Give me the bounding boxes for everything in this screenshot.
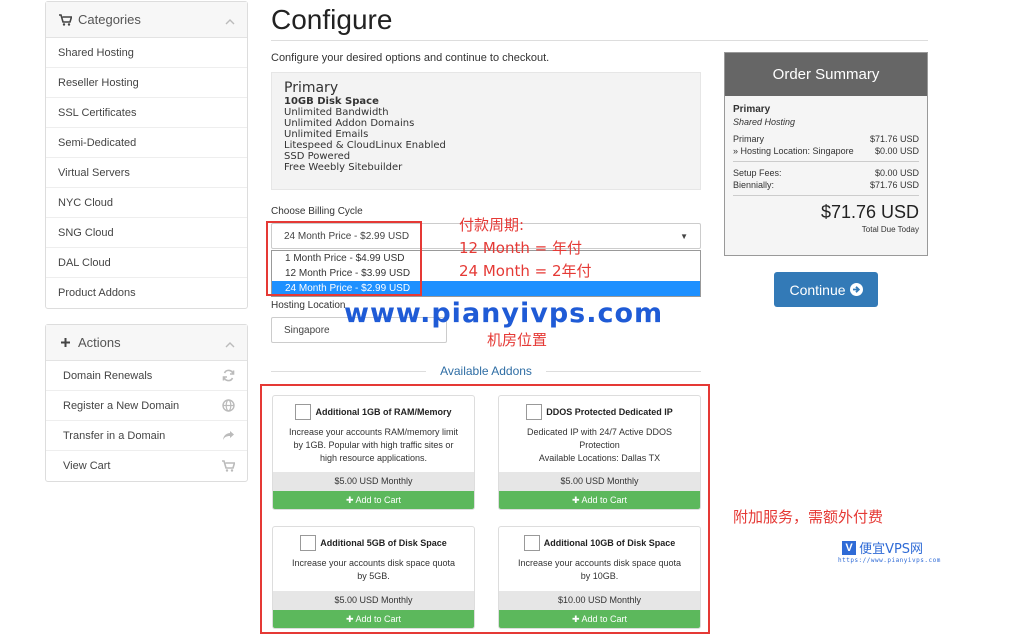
plus-icon [58, 336, 72, 350]
summary-product-group: Shared Hosting [733, 117, 796, 127]
billing-annotation: 付款周期: 12 Month = 年付 24 Month = 2年付 [459, 216, 592, 280]
actions-panel: Actions Domain Renewals Register a New D… [45, 324, 248, 482]
sidebar-item-view-cart[interactable]: View Cart [46, 451, 247, 481]
site-logo: V 便宜VPS网 https://www.pianyivps.com [838, 538, 941, 564]
title-divider [271, 40, 928, 41]
product-feature: Unlimited Bandwidth [284, 107, 389, 118]
watermark-text: www.pianyivps.com [344, 298, 664, 329]
summary-row: Setup Fees: $0.00 USD [733, 168, 919, 178]
logo-v-icon: V [842, 540, 856, 555]
sidebar-item-shared-hosting[interactable]: Shared Hosting [46, 38, 247, 68]
sidebar-item-reseller-hosting[interactable]: Reseller Hosting [46, 68, 247, 98]
product-feature: SSD Powered [284, 151, 351, 162]
divider [545, 370, 702, 372]
continue-button[interactable]: Continue [774, 272, 878, 307]
location-annotation: 机房位置 [487, 331, 548, 349]
sidebar-item-register-domain[interactable]: Register a New Domain [46, 391, 247, 421]
chevron-up-icon[interactable] [225, 338, 235, 348]
cart-icon [222, 459, 236, 473]
order-summary-panel: Order Summary Primary Shared Hosting Pri… [724, 52, 928, 256]
summary-row: » Hosting Location: Singapore $0.00 USD [733, 146, 919, 156]
annotation-box-addons [260, 384, 710, 634]
chevron-up-icon[interactable] [225, 15, 235, 25]
divider [733, 195, 919, 196]
summary-row: Biennially: $71.76 USD [733, 180, 919, 190]
order-summary-title: Order Summary [725, 53, 927, 96]
caret-down-icon: ▼ [680, 231, 688, 241]
actions-header[interactable]: Actions [46, 325, 247, 361]
globe-icon [222, 399, 235, 412]
summary-product-name: Primary [733, 104, 771, 115]
sidebar-item-ssl-certificates[interactable]: SSL Certificates [46, 98, 247, 128]
sidebar-item-dal-cloud[interactable]: DAL Cloud [46, 248, 247, 278]
total-due-label: Total Due Today [861, 225, 919, 234]
categories-title: Categories [78, 12, 141, 27]
product-info-box: Primary 10GB Disk Space Unlimited Bandwi… [271, 72, 701, 190]
sidebar-item-sng-cloud[interactable]: SNG Cloud [46, 218, 247, 248]
sidebar-item-transfer-domain[interactable]: Transfer in a Domain [46, 421, 247, 451]
summary-row: Primary $71.76 USD [733, 134, 919, 144]
order-summary-body: Primary Shared Hosting Primary $71.76 USD… [725, 96, 927, 255]
actions-title: Actions [78, 335, 121, 350]
logo-url: https://www.pianyivps.com [838, 557, 941, 564]
categories-panel: Categories Shared Hosting Reseller Hosti… [45, 1, 248, 309]
page-subtitle: Configure your desired options and conti… [271, 52, 550, 64]
page-title: Configure [271, 4, 393, 35]
addons-annotation: 附加服务，需额外付费 [733, 508, 884, 526]
product-feature: Free Weebly Sitebuilder [284, 162, 403, 173]
categories-header[interactable]: Categories [46, 2, 247, 38]
sidebar-item-semi-dedicated[interactable]: Semi-Dedicated [46, 128, 247, 158]
product-name: Primary [284, 80, 339, 96]
arrow-circle-right-icon [849, 283, 863, 296]
product-feature: Unlimited Emails [284, 129, 369, 140]
sidebar-item-virtual-servers[interactable]: Virtual Servers [46, 158, 247, 188]
divider [733, 161, 919, 162]
logo-text: 便宜VPS网 [859, 542, 924, 557]
product-feature: Unlimited Addon Domains [284, 118, 415, 129]
available-addons-heading: Available Addons [271, 363, 702, 379]
hosting-location-label: Hosting Location [271, 300, 346, 311]
sidebar-item-product-addons[interactable]: Product Addons [46, 278, 247, 308]
total-due: $71.76 USD [820, 202, 919, 222]
sidebar-item-nyc-cloud[interactable]: NYC Cloud [46, 188, 247, 218]
refresh-icon [222, 369, 235, 382]
product-feature: 10GB Disk Space [284, 96, 379, 107]
available-addons-title: Available Addons [440, 364, 532, 378]
product-feature: Litespeed & CloudLinux Enabled [284, 140, 446, 151]
cart-icon [58, 13, 72, 27]
billing-cycle-label: Choose Billing Cycle [271, 206, 363, 217]
annotation-box-billing [266, 221, 422, 296]
share-icon [222, 429, 235, 442]
hosting-location-value: Singapore [284, 324, 330, 336]
divider [271, 370, 427, 372]
sidebar-item-domain-renewals[interactable]: Domain Renewals [46, 361, 247, 391]
